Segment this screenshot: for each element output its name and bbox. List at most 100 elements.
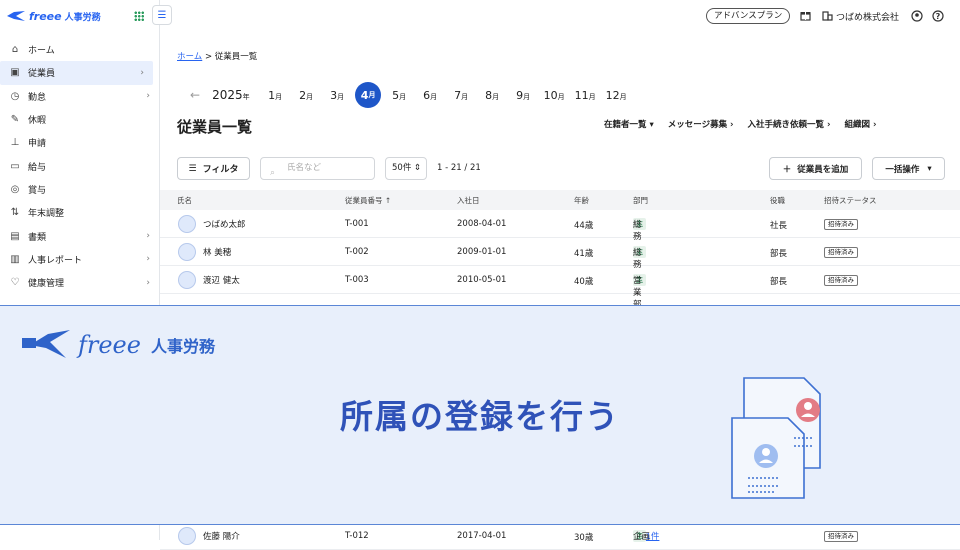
employee-documents-icon	[731, 377, 821, 499]
employee-name[interactable]: 渡辺 健太	[203, 274, 240, 286]
page-title: 従業員一覧	[177, 118, 253, 136]
breadcrumb-home-link[interactable]: ホーム	[177, 52, 202, 62]
hire-date: 2009-01-01	[457, 247, 507, 257]
sidebar-item-5[interactable]: ▭ 給与	[0, 154, 159, 177]
month-unit: 月	[399, 92, 407, 101]
sidebar-item-0[interactable]: ⌂ ホーム	[0, 38, 159, 61]
month-unit: 月	[430, 92, 438, 101]
month-5[interactable]: 5月	[384, 89, 415, 102]
sidebar-item-10[interactable]: ♡ 健康管理 ›	[0, 271, 159, 294]
add-employee-button[interactable]: ＋ 従業員を追加	[769, 157, 862, 180]
plan-badge[interactable]: アドバンスプラン	[706, 8, 791, 24]
age: 40歳	[574, 277, 594, 287]
month-unit: 月	[557, 92, 565, 101]
month-8[interactable]: 8月	[477, 89, 508, 102]
sidebar-item-4[interactable]: ⊥ 申請	[0, 131, 159, 154]
table-row[interactable]: 渡辺 健太 T-003 2010-05-01 40歳 主営業部 部長 招待済み	[160, 266, 960, 310]
svg-text:?: ?	[936, 12, 941, 21]
status-badge: 招待済み	[824, 531, 858, 542]
employee-name[interactable]: 林 美穂	[203, 246, 231, 258]
page-link-1[interactable]: メッセージ募集 ›	[668, 118, 734, 130]
result-count: 1 - 21 / 21	[437, 163, 481, 173]
breadcrumb: ホーム > 従業員一覧	[177, 50, 257, 62]
avatar	[178, 271, 196, 289]
search-icon: ⌕	[270, 168, 276, 178]
month-number: 10	[543, 88, 558, 102]
employee-id: T-002	[345, 247, 369, 257]
month-number: 12	[605, 88, 620, 102]
sidebar-item-label: 健康管理	[28, 279, 65, 290]
attendance-icon: ◷	[10, 90, 20, 102]
hire-date: 2008-04-01	[457, 219, 507, 229]
swallow-logo-icon	[7, 11, 25, 21]
sidebar-item-1[interactable]: ▣ 従業員 ›	[0, 61, 153, 85]
bonus-icon: ◎	[10, 183, 20, 195]
status-badge: 招待済み	[824, 247, 858, 258]
month-11[interactable]: 11月	[570, 89, 601, 102]
per-page-select[interactable]: 50件 ⇕	[385, 157, 427, 180]
breadcrumb-separator: >	[204, 52, 213, 62]
logo-text: freee	[29, 9, 62, 23]
year-label[interactable]: 2025年	[212, 88, 250, 102]
age: 41歳	[574, 249, 594, 259]
bulk-action-label: 一括操作	[885, 164, 920, 175]
app-logo[interactable]: freee 人事労務	[6, 10, 101, 23]
company-name[interactable]: つばめ株式会社	[836, 10, 899, 23]
app-grid-icon[interactable]	[134, 11, 144, 21]
table-row[interactable]: 林 美穂 T-002 2009-01-01 41歳 主総務 部長 招待済み	[160, 238, 960, 270]
chevron-right-icon: ›	[146, 91, 150, 102]
sidebar-item-9[interactable]: ▥ 人事レポート ›	[0, 248, 159, 271]
age: 44歳	[574, 221, 594, 231]
month-3[interactable]: 3月	[322, 89, 353, 102]
add-employee-label: 従業員を追加	[797, 164, 849, 175]
employee-name[interactable]: 佐藤 陽介	[203, 530, 240, 542]
page-link-0[interactable]: 在籍者一覧 ▾	[604, 118, 654, 130]
page-links: 在籍者一覧 ▾ メッセージ募集 › 入社手続き依頼一覧 › 組織図 ›	[604, 118, 890, 130]
page-link-2[interactable]: 入社手続き依頼一覧 ›	[748, 118, 831, 130]
chevron-right-icon: ›	[146, 254, 150, 265]
document-icon: ▤	[10, 230, 20, 242]
month-unit: 月	[368, 91, 376, 99]
list-toolbar: ☰ フィルタ ⌕ 氏名など 50件 ⇕ 1 - 21 / 21 ＋ 従業員を追加…	[177, 157, 945, 181]
table-header: 氏名 従業員番号 ↑ 入社日 年齢 部門 役職 招待ステータス	[160, 190, 960, 210]
sidebar-item-7[interactable]: ⇅ 年末調整	[0, 201, 159, 224]
employee-name[interactable]: つばめ太郎	[203, 218, 246, 230]
month-4[interactable]: 4月	[355, 82, 382, 108]
account-icon[interactable]	[911, 10, 923, 25]
month-number: 11	[574, 88, 589, 102]
avatar	[178, 243, 196, 261]
stamp-icon: ⊥	[10, 137, 20, 149]
search-input[interactable]: ⌕ 氏名など	[260, 157, 375, 180]
column-header-3: 年齢	[574, 196, 589, 205]
status-badge: 招待済み	[824, 275, 858, 286]
bulk-action-button[interactable]: 一括操作 ▾	[872, 157, 945, 180]
sidebar-item-label: 書類	[28, 232, 47, 243]
sidebar-item-6[interactable]: ◎ 賞与	[0, 178, 159, 201]
table-row[interactable]: つばめ太郎 T-001 2008-04-01 44歳 主総務 社長 招待済み	[160, 210, 960, 242]
help-icon[interactable]: ?	[932, 10, 944, 25]
sidebar-item-3[interactable]: ✎ 休暇	[0, 108, 159, 131]
prev-year-arrow-icon[interactable]: ←	[190, 88, 200, 102]
column-header-1[interactable]: 従業員番号 ↑	[345, 195, 391, 206]
job-title: 部長	[770, 249, 788, 259]
month-7[interactable]: 7月	[446, 89, 477, 102]
column-header-2: 入社日	[457, 196, 480, 205]
sidebar-item-8[interactable]: ▤ 書類 ›	[0, 224, 159, 247]
gift-icon[interactable]	[800, 10, 811, 24]
month-2[interactable]: 2月	[291, 89, 322, 102]
table-row[interactable]: 佐藤 陽介 T-012 2017-04-01 30歳 主企画 他1件 招待済み	[160, 522, 960, 550]
sidebar-item-2[interactable]: ◷ 勤怠 ›	[0, 85, 159, 108]
month-10[interactable]: 10月	[539, 89, 570, 102]
month-12[interactable]: 12月	[601, 89, 632, 102]
page-link-3[interactable]: 組織図 ›	[845, 118, 877, 130]
sidebar-item-label: ホーム	[28, 46, 55, 57]
leave-icon: ✎	[10, 114, 20, 126]
month-9[interactable]: 9月	[508, 89, 539, 102]
month-unit: 月	[337, 92, 345, 101]
sidebar-item-label: 人事レポート	[28, 255, 83, 266]
top-header: アドバンスプラン つばめ株式会社 ?	[160, 0, 960, 32]
filter-button[interactable]: ☰ フィルタ	[177, 157, 250, 180]
month-6[interactable]: 6月	[415, 89, 446, 102]
status-badge: 招待済み	[824, 219, 858, 230]
month-1[interactable]: 1月	[260, 89, 291, 102]
